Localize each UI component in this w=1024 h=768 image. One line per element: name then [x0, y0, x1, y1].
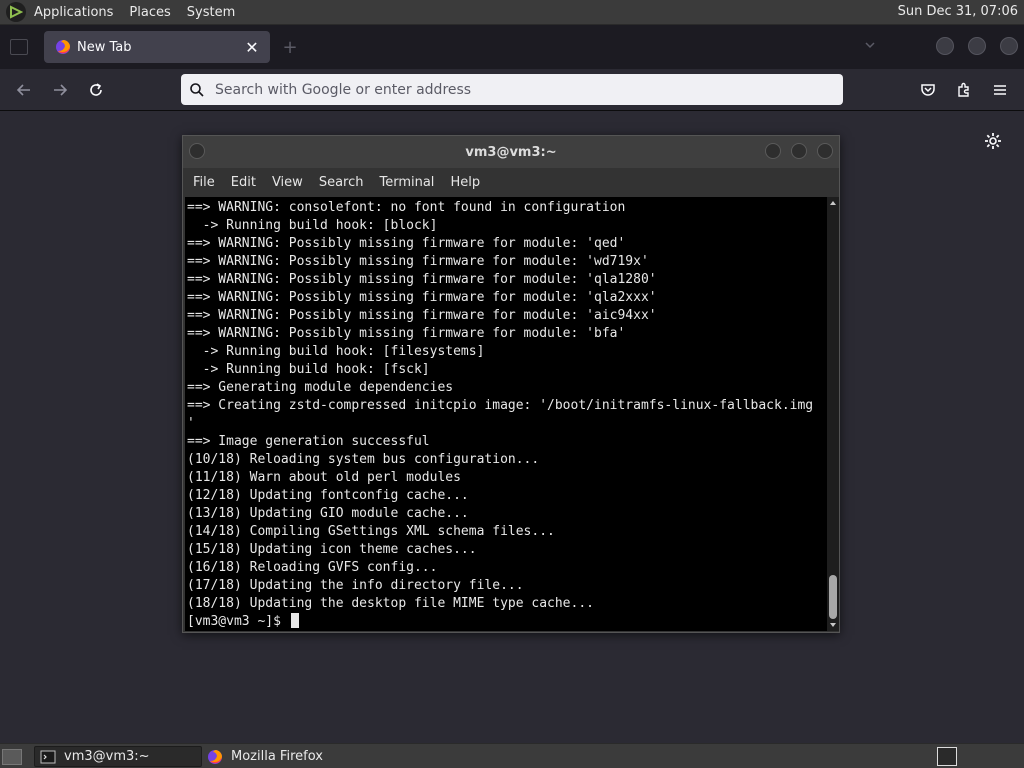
- terminal-line: ==> WARNING: Possibly missing firmware f…: [187, 308, 657, 323]
- menu-search[interactable]: Search: [319, 175, 364, 190]
- puzzle-piece-icon: [958, 82, 969, 97]
- menu-file[interactable]: File: [193, 175, 215, 190]
- hamburger-menu-icon: [994, 85, 1006, 95]
- firefox-icon: [56, 40, 70, 54]
- workspace-switcher[interactable]: [937, 747, 957, 766]
- scrollbar-thumb[interactable]: [829, 575, 837, 619]
- menu-places[interactable]: Places: [129, 5, 170, 20]
- app-menu-button[interactable]: [987, 77, 1013, 103]
- terminal-line: (10/18) Reloading system bus configurati…: [187, 452, 540, 467]
- terminal-icon: [40, 750, 56, 763]
- firefox-icon: [208, 749, 222, 764]
- gear-icon[interactable]: [983, 131, 1003, 151]
- reload-icon: [90, 83, 102, 96]
- terminal-menubar: File Edit View Search Terminal Help: [183, 168, 839, 196]
- reload-button[interactable]: [83, 77, 109, 103]
- forward-arrow-icon: [54, 84, 68, 96]
- terminal-prompt: [vm3@vm3 ~]$: [187, 614, 289, 629]
- top-panel: Applications Places System Sun Dec 31, 0…: [0, 0, 1024, 25]
- back-arrow-icon: [16, 84, 30, 96]
- terminal-line: ': [187, 416, 195, 431]
- terminal-line: (18/18) Updating the desktop file MIME t…: [187, 596, 594, 611]
- url-bar[interactable]: [181, 74, 843, 105]
- firefox-tab-bar: New Tab ✕ +: [0, 25, 1024, 69]
- terminal-line: ==> Creating zstd-compressed initcpio im…: [187, 398, 814, 413]
- terminal-line: ==> Image generation successful: [187, 434, 430, 449]
- close-button[interactable]: [1000, 37, 1018, 55]
- menu-help[interactable]: Help: [450, 175, 480, 190]
- terminal-line: ==> WARNING: consolefont: no font found …: [187, 200, 626, 215]
- pocket-button[interactable]: [915, 77, 941, 103]
- terminal-line: -> Running build hook: [fsck]: [187, 362, 430, 377]
- terminal-output[interactable]: ==> WARNING: consolefont: no font found …: [185, 197, 827, 631]
- scroll-up-arrow-icon[interactable]: [829, 199, 837, 207]
- url-input[interactable]: [215, 81, 815, 98]
- back-button[interactable]: [11, 77, 37, 103]
- taskbar-item-firefox[interactable]: Mozilla Firefox: [202, 746, 372, 767]
- terminal-line: (14/18) Compiling GSettings XML schema f…: [187, 524, 555, 539]
- terminal-line: (11/18) Warn about old perl modules: [187, 470, 461, 485]
- taskbar-item-label: vm3@vm3:~: [64, 749, 150, 764]
- terminal-close-button[interactable]: [817, 143, 833, 159]
- menu-terminal[interactable]: Terminal: [379, 175, 434, 190]
- menu-applications[interactable]: Applications: [34, 5, 113, 20]
- terminal-title: vm3@vm3:~: [465, 144, 557, 160]
- pocket-icon: [921, 84, 935, 96]
- terminal-cursor: [290, 613, 299, 628]
- terminal-titlebar[interactable]: vm3@vm3:~: [183, 136, 839, 168]
- terminal-line: ==> WARNING: Possibly missing firmware f…: [187, 236, 626, 251]
- terminal-line: ==> WARNING: Possibly missing firmware f…: [187, 272, 657, 287]
- show-desktop-button[interactable]: [2, 749, 22, 765]
- minimize-button[interactable]: [936, 37, 954, 55]
- terminal-line: (13/18) Updating GIO module cache...: [187, 506, 469, 521]
- menu-view[interactable]: View: [272, 175, 303, 190]
- mate-logo-icon[interactable]: [6, 2, 26, 22]
- terminal-maximize-button[interactable]: [791, 143, 807, 159]
- terminal-line: ==> WARNING: Possibly missing firmware f…: [187, 290, 657, 305]
- terminal-line: (15/18) Updating icon theme caches...: [187, 542, 477, 557]
- search-icon: [190, 82, 204, 97]
- firefox-view-button[interactable]: [10, 39, 28, 55]
- terminal-line: (17/18) Updating the info directory file…: [187, 578, 524, 593]
- tab-new-tab[interactable]: New Tab ✕: [44, 31, 270, 63]
- terminal-line: ==> Generating module dependencies: [187, 380, 454, 395]
- terminal-scrollbar[interactable]: [827, 197, 839, 631]
- terminal-prompt-line[interactable]: [vm3@vm3 ~]$: [187, 613, 827, 631]
- panel-clock[interactable]: Sun Dec 31, 07:06: [898, 4, 1018, 19]
- terminal-line: ==> WARNING: Possibly missing firmware f…: [187, 254, 649, 269]
- tab-title: New Tab: [77, 39, 132, 55]
- terminal-line: (16/18) Reloading GVFS config...: [187, 560, 438, 575]
- scroll-down-arrow-icon[interactable]: [829, 621, 837, 629]
- new-tab-button[interactable]: +: [280, 37, 300, 58]
- terminal-minimize-button[interactable]: [765, 143, 781, 159]
- taskbar-item-terminal[interactable]: vm3@vm3:~: [34, 746, 202, 767]
- extensions-button[interactable]: [951, 77, 977, 103]
- forward-button[interactable]: [47, 77, 73, 103]
- firefox-nav-bar: [0, 69, 1024, 111]
- terminal-line: -> Running build hook: [block]: [187, 218, 438, 233]
- tab-close-icon[interactable]: ✕: [242, 37, 262, 57]
- terminal-line: -> Running build hook: [filesystems]: [187, 344, 485, 359]
- list-all-tabs-icon[interactable]: [864, 39, 880, 55]
- terminal-line: (12/18) Updating fontconfig cache...: [187, 488, 469, 503]
- taskbar-item-label: Mozilla Firefox: [231, 749, 323, 764]
- maximize-button[interactable]: [968, 37, 986, 55]
- terminal-window: vm3@vm3:~ File Edit View Search Terminal…: [182, 135, 840, 633]
- bottom-taskbar: vm3@vm3:~ Mozilla Firefox: [0, 743, 1024, 768]
- menu-system[interactable]: System: [187, 5, 235, 20]
- window-menu-button[interactable]: [189, 143, 205, 159]
- menu-edit[interactable]: Edit: [231, 175, 256, 190]
- terminal-line: ==> WARNING: Possibly missing firmware f…: [187, 326, 626, 341]
